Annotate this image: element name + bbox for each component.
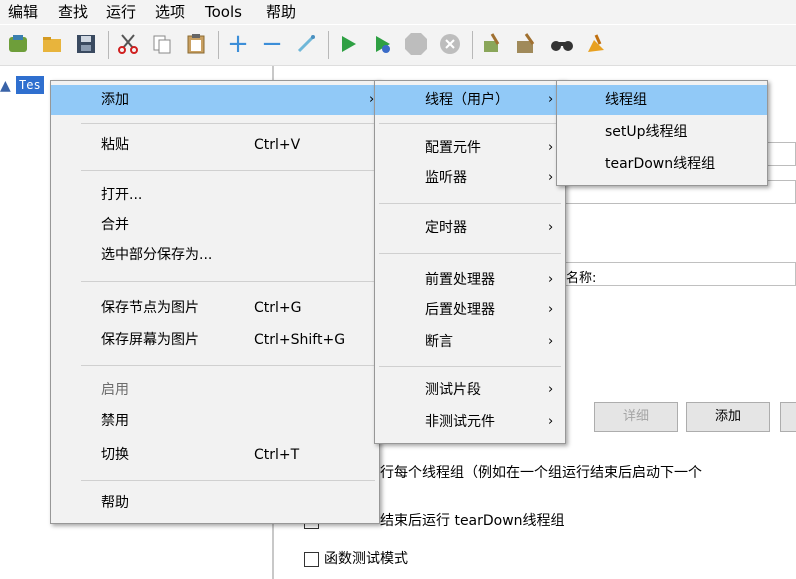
submenu-item-teardown-thread-group[interactable]: tearDown线程组	[557, 149, 767, 179]
open-icon[interactable]	[38, 30, 66, 58]
menu-search[interactable]: 查找	[58, 2, 88, 22]
menu-item-open[interactable]: 打开...	[51, 180, 379, 210]
submenu-item-thread-group[interactable]: 线程组	[557, 85, 767, 115]
submenu-item-threads[interactable]: 线程（用户） ›	[375, 85, 565, 115]
submenu-add: 线程（用户） › 配置元件 › 监听器 › 定时器 › 前置处理器 › 后置处理…	[374, 80, 566, 444]
menu-item-add[interactable]: 添加 ›	[51, 85, 379, 115]
submenu-item-test-fragment[interactable]: 测试片段 ›	[375, 375, 565, 405]
menu-item-enable: 启用	[101, 382, 129, 398]
toggle-icon[interactable]	[292, 30, 320, 58]
menu-item-save-node-image[interactable]: 保存节点为图片 Ctrl+G	[51, 293, 379, 323]
table-header	[564, 262, 796, 286]
menu-help[interactable]: 帮助	[266, 2, 296, 22]
menu-run[interactable]: 运行	[106, 2, 136, 22]
context-menu: 添加 › 粘贴 Ctrl+V 打开... 合并 选中部分保存为... 保存节点为…	[50, 80, 380, 524]
menu-separator	[379, 253, 561, 254]
menu-edit[interactable]: 编辑	[8, 2, 38, 22]
submenu-item-non-test-element[interactable]: 非测试元件 ›	[375, 407, 565, 437]
start-icon[interactable]	[334, 30, 362, 58]
menu-separator	[81, 170, 375, 171]
toolbar-separator	[218, 31, 219, 59]
submenu-item-timer[interactable]: 定时器 ›	[375, 213, 565, 243]
serial-threadgroups-text: 行每个线程组（例如在一个组运行结束后启动下一个	[380, 465, 702, 481]
cut-icon[interactable]	[114, 30, 142, 58]
menu-item-toggle[interactable]: 切换 Ctrl+T	[51, 440, 379, 470]
toolbar-separator	[328, 31, 329, 59]
stop-icon[interactable]	[402, 30, 430, 58]
menu-separator	[379, 203, 561, 204]
expand-icon[interactable]: +	[224, 30, 252, 58]
menu-separator	[81, 365, 375, 366]
menu-item-disable[interactable]: 禁用	[51, 406, 379, 436]
add-button[interactable]: 添加	[686, 402, 770, 432]
functional-test-label: 函数测试模式	[324, 551, 408, 567]
detail-button[interactable]: 详细	[594, 402, 678, 432]
menu-bar: 编辑 查找 运行 选项 Tools 帮助	[0, 0, 796, 24]
menu-separator	[81, 480, 375, 481]
submenu-threads: 线程组 setUp线程组 tearDown线程组	[556, 80, 768, 186]
submenu-arrow-icon: ›	[548, 140, 554, 155]
submenu-arrow-icon: ›	[548, 334, 554, 349]
submenu-arrow-icon: ›	[548, 414, 554, 429]
teardown-text: 结束后运行 tearDown线程组	[380, 513, 565, 529]
submenu-item-assertion[interactable]: 断言 ›	[375, 327, 565, 357]
menu-separator	[379, 366, 561, 367]
menu-options[interactable]: 选项	[155, 2, 185, 22]
save-icon[interactable]	[72, 30, 100, 58]
submenu-arrow-icon: ›	[548, 220, 554, 235]
tree-node-test-plan[interactable]: Tes	[16, 76, 44, 94]
menu-separator	[81, 281, 375, 282]
more-button[interactable]	[780, 402, 796, 432]
submenu-arrow-icon: ›	[548, 382, 554, 397]
submenu-item-config-element[interactable]: 配置元件 ›	[375, 133, 565, 163]
menu-separator	[81, 123, 375, 124]
submenu-item-listener[interactable]: 监听器 ›	[375, 163, 565, 193]
submenu-item-post-processor[interactable]: 后置处理器 ›	[375, 295, 565, 325]
paste-icon[interactable]	[182, 30, 210, 58]
menu-item-merge[interactable]: 合并	[51, 210, 379, 240]
submenu-arrow-icon: ›	[548, 272, 554, 287]
copy-icon[interactable]	[148, 30, 176, 58]
shutdown-icon[interactable]	[436, 30, 464, 58]
toolbar: + −	[0, 25, 796, 66]
menu-separator	[379, 123, 561, 124]
reset-search-icon[interactable]	[582, 30, 610, 58]
collapse-icon[interactable]: −	[258, 30, 286, 58]
menu-item-paste[interactable]: 粘贴 Ctrl+V	[51, 130, 379, 160]
menu-item-save-screen-image[interactable]: 保存屏幕为图片 Ctrl+Shift+G	[51, 325, 379, 355]
clear-all-icon[interactable]	[512, 30, 540, 58]
submenu-arrow-icon: ›	[548, 302, 554, 317]
start-no-pause-icon[interactable]	[368, 30, 396, 58]
submenu-arrow-icon: ›	[548, 170, 554, 185]
test-plan-icon: ▲	[0, 78, 11, 94]
clear-icon[interactable]	[478, 30, 506, 58]
menu-item-help[interactable]: 帮助	[51, 488, 379, 518]
new-icon[interactable]	[4, 30, 32, 58]
functional-test-checkbox[interactable]	[304, 552, 319, 567]
toolbar-separator	[108, 31, 109, 59]
search-icon[interactable]	[548, 30, 576, 58]
menu-tools[interactable]: Tools	[205, 2, 242, 22]
toolbar-separator	[472, 31, 473, 59]
submenu-item-pre-processor[interactable]: 前置处理器 ›	[375, 265, 565, 295]
submenu-arrow-icon: ›	[548, 92, 554, 107]
menu-item-save-selection-as[interactable]: 选中部分保存为...	[51, 240, 379, 270]
submenu-item-setup-thread-group[interactable]: setUp线程组	[557, 117, 767, 147]
